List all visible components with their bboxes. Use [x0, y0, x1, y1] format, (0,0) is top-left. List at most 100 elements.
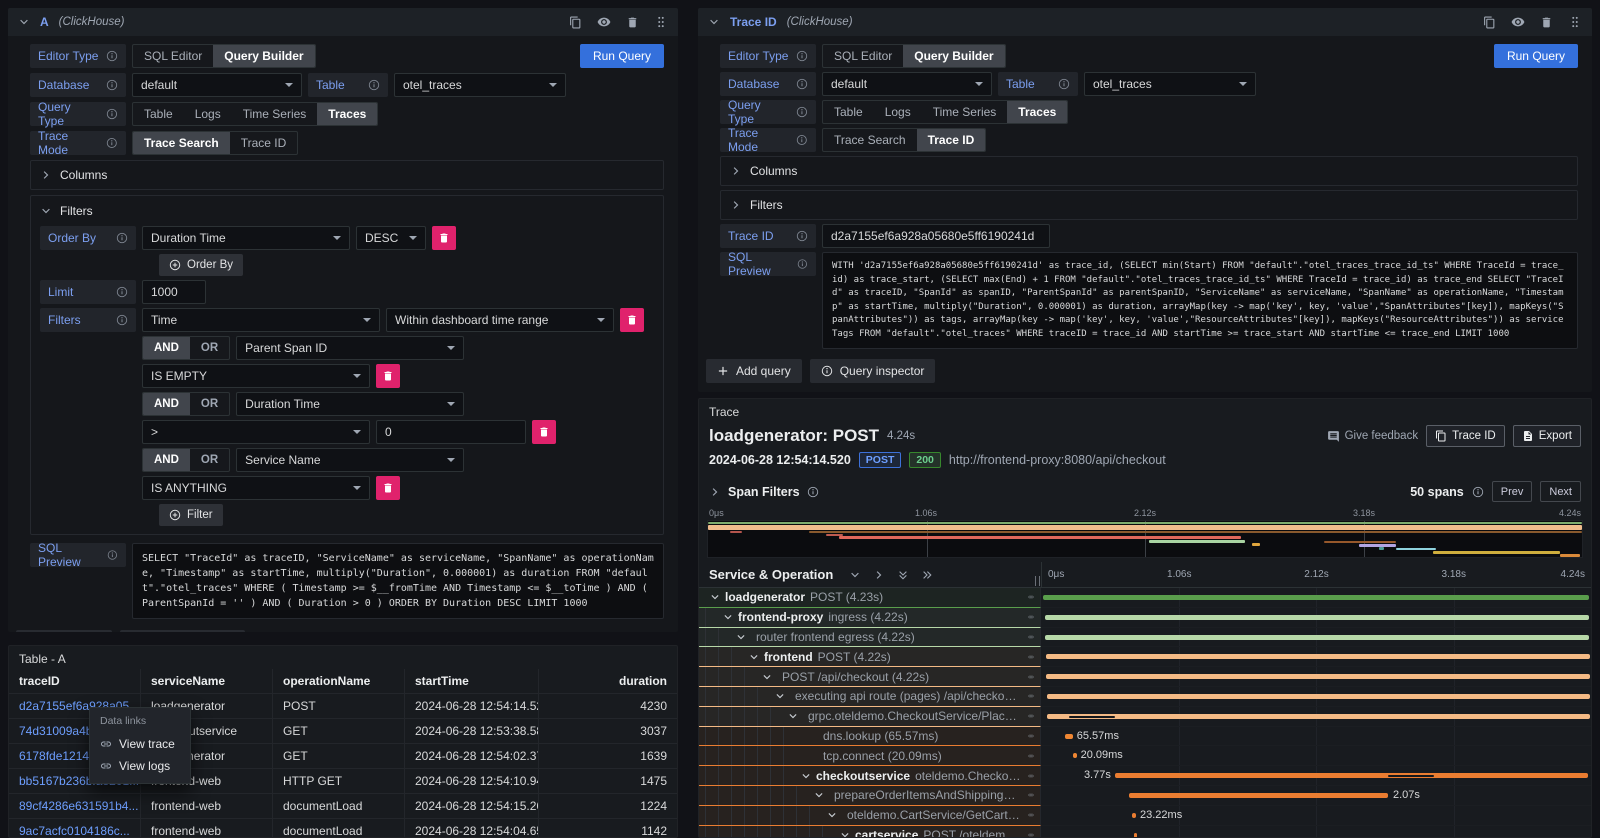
run-query-button[interactable]: Run Query [580, 44, 664, 68]
database-select[interactable]: default [132, 73, 302, 97]
add-query-button[interactable]: Add query [16, 630, 112, 632]
info-icon[interactable] [106, 137, 118, 149]
info-icon[interactable] [116, 232, 128, 244]
chevron-down-icon[interactable] [801, 771, 811, 781]
info-icon[interactable] [116, 314, 128, 326]
duplicate-query-icon[interactable] [569, 16, 582, 29]
or-option[interactable]: OR [190, 337, 229, 359]
trace-mode-switch[interactable]: Trace Search Trace ID [132, 131, 298, 155]
export-button[interactable]: Export [1513, 425, 1581, 447]
time-range-select[interactable]: Within dashboard time range [386, 308, 614, 332]
link-icon[interactable] [1028, 651, 1040, 663]
remove-filter-button[interactable] [620, 308, 644, 332]
link-icon[interactable] [1028, 611, 1040, 623]
link-icon[interactable] [1028, 591, 1040, 603]
info-icon[interactable] [797, 258, 808, 270]
chevron-down-icon[interactable] [710, 592, 720, 602]
chevron-down-icon[interactable] [814, 790, 824, 800]
gantt-bar[interactable] [1046, 654, 1590, 659]
query-type-time-series[interactable]: Time Series [232, 103, 318, 125]
remove-filter-button[interactable] [376, 364, 400, 388]
link-icon[interactable] [1028, 631, 1040, 643]
and-option[interactable]: AND [143, 337, 190, 359]
give-feedback-button[interactable]: Give feedback [1327, 430, 1419, 443]
delete-query-icon[interactable] [626, 16, 639, 29]
sql-preview-code[interactable]: SELECT "TraceId" as traceID, "ServiceNam… [132, 543, 664, 619]
table-select[interactable]: otel_traces [394, 73, 566, 97]
info-icon[interactable] [106, 108, 118, 120]
drag-handle-icon[interactable] [654, 15, 668, 29]
link-icon[interactable] [1028, 789, 1040, 801]
collapse-all-icon[interactable] [897, 569, 909, 581]
sql-preview-code[interactable]: WITH 'd2a7155ef6a928a05680e5ff6190241d' … [822, 252, 1578, 349]
filter-value-input[interactable] [376, 420, 526, 444]
link-icon[interactable] [1028, 671, 1040, 683]
span-row[interactable]: dns.lookup (65.57ms) 65.57ms [699, 727, 1591, 747]
add-filter-button[interactable]: Filter [159, 504, 223, 526]
and-option[interactable]: AND [143, 449, 190, 471]
expand-all-icon[interactable] [921, 569, 933, 581]
query-type-table[interactable]: Table [823, 101, 874, 123]
chevron-down-icon[interactable] [827, 810, 837, 820]
span-row[interactable]: loadgenerator POST (4.23s) [699, 588, 1591, 608]
info-icon[interactable] [116, 286, 128, 298]
link-icon[interactable] [1028, 829, 1040, 838]
span-row[interactable]: POST /api/checkout (4.22s) [699, 667, 1591, 687]
column-header[interactable]: duration [539, 669, 677, 694]
span-timeline[interactable] [1041, 826, 1591, 838]
filter-operator-select[interactable]: IS EMPTY [142, 364, 370, 388]
link-icon[interactable] [1028, 690, 1040, 702]
span-timeline[interactable] [1041, 667, 1591, 687]
chevron-down-icon[interactable] [749, 652, 759, 662]
info-icon[interactable] [796, 230, 808, 242]
info-icon[interactable] [106, 79, 118, 91]
info-icon[interactable] [106, 50, 118, 62]
table-select[interactable]: otel_traces [1084, 72, 1256, 96]
gantt-bar[interactable] [1065, 734, 1073, 739]
query-type-table[interactable]: Table [133, 103, 184, 125]
or-option[interactable]: OR [190, 393, 229, 415]
link-icon[interactable] [1028, 750, 1040, 762]
query-header-trace-id[interactable]: Trace ID (ClickHouse) [698, 8, 1592, 36]
and-or-switch[interactable]: AND OR [142, 392, 230, 416]
chevron-down-icon[interactable] [708, 16, 720, 28]
run-query-button[interactable]: Run Query [1494, 44, 1578, 68]
info-icon[interactable] [1058, 78, 1070, 90]
filter-operator-select[interactable]: IS ANYTHING [142, 476, 370, 500]
column-header[interactable]: startTime [405, 669, 539, 694]
query-type-logs[interactable]: Logs [184, 103, 232, 125]
span-timeline[interactable]: 2.07s [1041, 786, 1591, 806]
editor-type-switch[interactable]: SQL Editor Query Builder [132, 44, 316, 68]
trace-search-tab[interactable]: Trace Search [133, 132, 230, 154]
query-type-switch[interactable]: Table Logs Time Series Traces [822, 100, 1068, 124]
order-by-select[interactable]: Duration Time [142, 226, 350, 250]
span-timeline[interactable] [1041, 687, 1591, 707]
span-timeline[interactable]: 23.22ms [1041, 806, 1591, 826]
span-row[interactable]: checkoutservice oteldemo.CheckoutService… [699, 766, 1591, 786]
span-timeline[interactable]: 65.57ms [1041, 727, 1591, 747]
span-row[interactable]: tcp.connect (20.09ms) 20.09ms [699, 746, 1591, 766]
span-row[interactable]: cartservice POST /oteldemo.CartService/G… [699, 826, 1591, 838]
query-inspector-button[interactable]: Query inspector [120, 630, 246, 632]
info-icon[interactable] [807, 486, 819, 498]
query-type-switch[interactable]: Table Logs Time Series Traces [132, 102, 378, 126]
and-option[interactable]: AND [143, 393, 190, 415]
gantt-bar[interactable] [1132, 813, 1135, 818]
chevron-right-icon[interactable] [709, 486, 721, 498]
or-option[interactable]: OR [190, 449, 229, 471]
span-timeline[interactable] [1041, 608, 1591, 628]
remove-filter-button[interactable] [376, 476, 400, 500]
link-icon[interactable] [1028, 710, 1040, 722]
and-or-switch[interactable]: AND OR [142, 336, 230, 360]
span-row[interactable]: frontend POST (4.22s) [699, 647, 1591, 667]
columns-section-toggle[interactable]: Columns [30, 160, 664, 190]
span-row[interactable]: oteldemo.CartService/GetCart (23.22ms) 2… [699, 806, 1591, 826]
add-order-by-button[interactable]: Order By [159, 254, 243, 276]
sql-editor-tab[interactable]: SQL Editor [133, 45, 213, 67]
and-or-switch[interactable]: AND OR [142, 448, 230, 472]
link-icon[interactable] [1028, 770, 1040, 782]
filter-field-select[interactable]: Service Name [236, 448, 464, 472]
gantt-bar[interactable] [1047, 694, 1590, 699]
query-type-time-series[interactable]: Time Series [922, 101, 1008, 123]
collapse-one-icon[interactable] [849, 569, 861, 581]
